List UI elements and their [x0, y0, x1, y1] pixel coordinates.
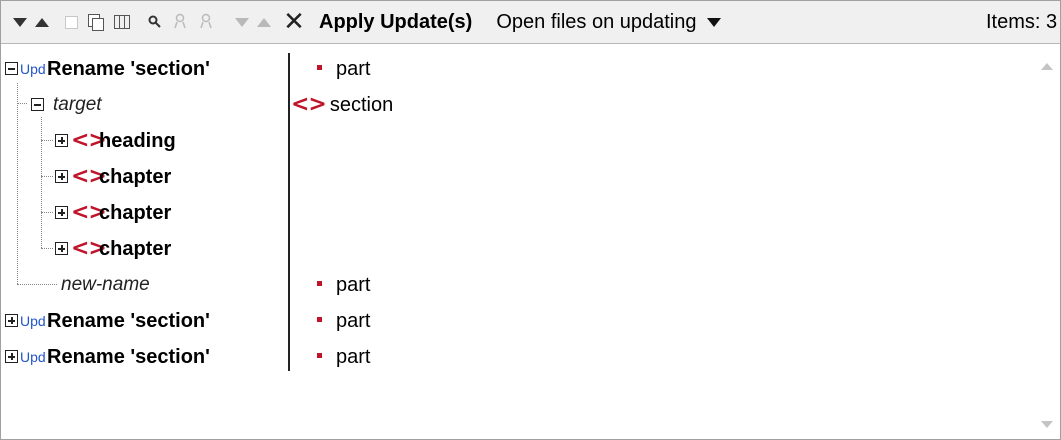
tree-row[interactable]: Upd Rename 'section' part	[1, 51, 1031, 87]
element-label: chapter	[99, 166, 172, 188]
scroll-up-arrow[interactable]	[1041, 63, 1053, 70]
copy-button[interactable]	[63, 8, 79, 36]
value-cell: part	[311, 303, 370, 339]
triangle-up-icon	[257, 17, 271, 27]
value-cell: part	[311, 267, 370, 303]
toolbar: ✕ Apply Update(s) Open files on updating…	[1, 1, 1060, 44]
value-cell: <> section	[291, 87, 393, 123]
next-item-button[interactable]	[11, 8, 29, 36]
tree-row[interactable]: target <> section	[1, 87, 1031, 123]
tree-row[interactable]: <> chapter	[1, 231, 1031, 267]
copy-all-icon	[88, 14, 104, 31]
element-icon: <>	[291, 92, 327, 117]
items-count: Items: 3	[986, 11, 1058, 33]
element-label: chapter	[99, 238, 172, 260]
xquery-update-window: ✕ Apply Update(s) Open files on updating…	[0, 0, 1061, 440]
triangle-down-icon	[235, 17, 249, 27]
expand-icon[interactable]	[55, 134, 68, 147]
columns-button[interactable]	[113, 8, 131, 36]
update-label: Rename 'section'	[47, 310, 210, 332]
triangle-up-icon	[35, 17, 49, 27]
close-icon: ✕	[283, 7, 305, 37]
next-update-button[interactable]	[233, 8, 251, 36]
bullet-icon	[317, 353, 322, 359]
update-label: Rename 'section'	[47, 346, 210, 368]
expand-icon[interactable]	[55, 242, 68, 255]
update-badge: Upd	[20, 61, 46, 77]
find-button[interactable]	[147, 8, 163, 36]
value-text: part	[336, 310, 371, 332]
open-files-label: Open files on updating	[496, 10, 697, 33]
chevron-down-icon	[706, 17, 721, 27]
node-label: new-name	[61, 274, 150, 295]
value-cell: part	[311, 339, 370, 375]
triangle-down-icon	[13, 17, 27, 27]
value-text: part	[336, 58, 371, 80]
find-previous-icon	[200, 13, 212, 29]
node-label: target	[53, 94, 102, 115]
tree-row[interactable]: Upd Rename 'section' part	[1, 303, 1031, 339]
previous-item-button[interactable]	[33, 8, 51, 36]
expand-icon[interactable]	[5, 350, 18, 363]
value-text: section	[329, 94, 394, 116]
tree-row[interactable]: Upd Rename 'section' part	[1, 339, 1031, 375]
apply-updates-button[interactable]: Apply Update(s)	[319, 8, 472, 36]
scroll-down-arrow[interactable]	[1041, 421, 1053, 428]
find-next-icon	[174, 13, 186, 29]
bullet-icon	[317, 65, 322, 71]
copy-all-button[interactable]	[87, 8, 105, 36]
copy-icon	[64, 15, 78, 29]
collapse-icon[interactable]	[31, 98, 44, 111]
update-badge: Upd	[20, 349, 46, 365]
value-text: part	[336, 346, 371, 368]
bullet-icon	[317, 317, 322, 323]
tree-row[interactable]: <> chapter	[1, 159, 1031, 195]
value-cell: part	[311, 51, 370, 87]
columns-icon	[114, 15, 130, 29]
bullet-icon	[317, 281, 322, 287]
tree-row[interactable]: <> chapter	[1, 195, 1031, 231]
find-previous-button[interactable]	[199, 8, 215, 36]
open-files-dropdown[interactable]: Open files on updating	[496, 8, 721, 36]
element-label: chapter	[99, 202, 172, 224]
expand-icon[interactable]	[55, 170, 68, 183]
update-badge: Upd	[20, 313, 46, 329]
close-button[interactable]: ✕	[283, 8, 305, 36]
expand-icon[interactable]	[5, 314, 18, 327]
element-label: heading	[99, 130, 176, 152]
previous-update-button[interactable]	[255, 8, 273, 36]
expand-icon[interactable]	[55, 206, 68, 219]
tree-row[interactable]: new-name part	[1, 267, 1031, 303]
collapse-icon[interactable]	[5, 62, 18, 75]
tree-row[interactable]: <> heading	[1, 123, 1031, 159]
find-next-button[interactable]	[173, 8, 189, 36]
value-text: part	[336, 274, 371, 296]
search-icon	[148, 15, 161, 28]
update-label: Rename 'section'	[47, 58, 210, 80]
